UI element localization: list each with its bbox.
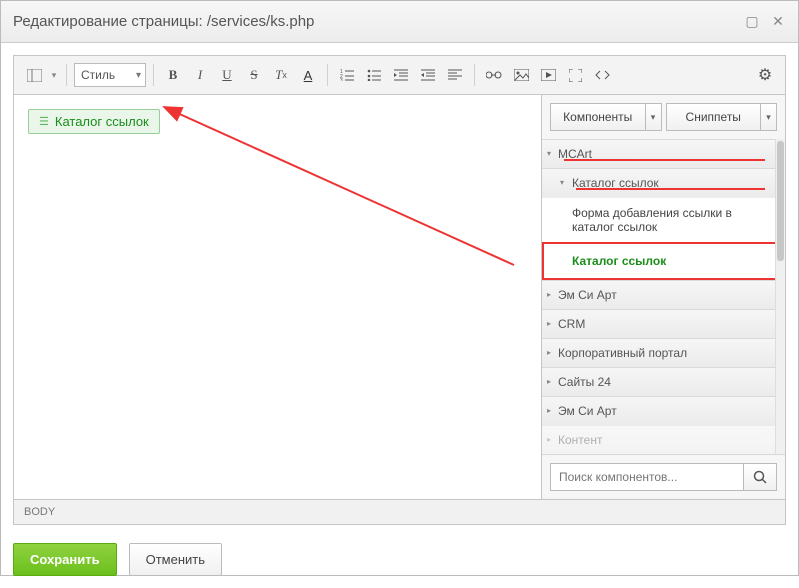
chevron-right-icon: ▸ bbox=[547, 406, 551, 415]
tab-snippets: Сниппеты ▾ bbox=[666, 103, 778, 131]
chevron-down-icon: ▾ bbox=[547, 149, 551, 158]
separator bbox=[66, 64, 67, 86]
tree-node[interactable]: ▸ Корпоративный портал bbox=[542, 338, 785, 367]
tree-node-label: Контент bbox=[558, 433, 602, 447]
video-button[interactable] bbox=[536, 63, 560, 87]
separator bbox=[327, 64, 328, 86]
toolbar: ▾ Стиль B I U S Tx A 123 bbox=[14, 56, 785, 95]
style-select[interactable]: Стиль bbox=[74, 63, 146, 87]
tree-leaf-form-add[interactable]: Форма добавления ссылки в каталог ссылок bbox=[542, 197, 785, 242]
window: Редактирование страницы: /services/ks.ph… bbox=[0, 0, 799, 576]
underline-button[interactable]: U bbox=[215, 63, 239, 87]
chevron-right-icon: ▸ bbox=[547, 348, 551, 357]
titlebar: Редактирование страницы: /services/ks.ph… bbox=[1, 1, 798, 43]
window-title: Редактирование страницы: /services/ks.ph… bbox=[13, 13, 734, 30]
image-button[interactable] bbox=[509, 63, 533, 87]
chevron-right-icon: ▸ bbox=[547, 290, 551, 299]
tab-components-button[interactable]: Компоненты bbox=[550, 103, 646, 131]
search-button[interactable] bbox=[743, 463, 777, 491]
tree-node[interactable]: ▸ CRM bbox=[542, 309, 785, 338]
component-tree: ▾MCArt ▾Каталог ссылок Форма добавления … bbox=[542, 139, 785, 454]
tree-node[interactable]: ▸ Сайты 24 bbox=[542, 367, 785, 396]
annotation-arrow-icon bbox=[14, 95, 534, 485]
scrollbar[interactable] bbox=[775, 139, 785, 454]
sidepanel: Компоненты ▾ Сниппеты ▾ ▾MCArt ▾Каталог … bbox=[541, 95, 785, 499]
link-button[interactable] bbox=[482, 63, 506, 87]
cancel-button[interactable]: Отменить bbox=[129, 543, 222, 576]
search-input[interactable] bbox=[550, 463, 743, 491]
panel-toggle-dropdown-icon[interactable]: ▾ bbox=[49, 63, 59, 87]
italic-button[interactable]: I bbox=[188, 63, 212, 87]
tree-node[interactable]: ▸ Эм Си Арт bbox=[542, 280, 785, 309]
footer: Сохранить Отменить bbox=[1, 531, 798, 588]
tab-components-dropdown[interactable]: ▾ bbox=[646, 103, 662, 131]
editor-body: ▾ Стиль B I U S Tx A 123 bbox=[1, 43, 798, 531]
chevron-right-icon: ▸ bbox=[547, 435, 551, 444]
svg-text:3: 3 bbox=[340, 78, 343, 81]
annotation-underline bbox=[576, 188, 765, 190]
close-icon[interactable]: ✕ bbox=[770, 14, 786, 30]
statusbar: BODY bbox=[14, 499, 785, 524]
style-select-label: Стиль bbox=[81, 68, 115, 82]
chevron-right-icon: ▸ bbox=[547, 319, 551, 328]
content-row: ☰ Каталог ссылок Компоненты ▾ bbox=[14, 95, 785, 499]
component-search bbox=[542, 454, 785, 499]
component-widget[interactable]: ☰ Каталог ссылок bbox=[28, 109, 160, 134]
strike-button[interactable]: S bbox=[242, 63, 266, 87]
sidepanel-tabs: Компоненты ▾ Сниппеты ▾ bbox=[542, 95, 785, 139]
tree-node-label: Эм Си Арт bbox=[558, 404, 617, 418]
editor-canvas[interactable]: ☰ Каталог ссылок bbox=[14, 95, 541, 499]
outdent-button[interactable] bbox=[389, 63, 413, 87]
tab-snippets-dropdown[interactable]: ▾ bbox=[761, 103, 777, 131]
chevron-right-icon: ▸ bbox=[547, 377, 551, 386]
clear-format-button[interactable]: Tx bbox=[269, 63, 293, 87]
tree-node-label: CRM bbox=[558, 317, 585, 331]
tree-node[interactable]: ▸ Контент bbox=[542, 425, 785, 454]
tree-node-mcart[interactable]: ▾MCArt bbox=[542, 139, 785, 168]
tab-snippets-button[interactable]: Сниппеты bbox=[666, 103, 762, 131]
numbered-list-button[interactable]: 123 bbox=[335, 63, 359, 87]
tree-node[interactable]: ▸ Эм Си Арт bbox=[542, 396, 785, 425]
search-icon bbox=[753, 470, 767, 484]
settings-gear-icon[interactable]: ⚙ bbox=[753, 63, 777, 87]
tree-node-label: Корпоративный портал bbox=[558, 346, 687, 360]
component-widget-icon: ☰ bbox=[39, 115, 49, 128]
indent-button[interactable] bbox=[416, 63, 440, 87]
bold-button[interactable]: B bbox=[161, 63, 185, 87]
source-button[interactable] bbox=[590, 63, 614, 87]
separator bbox=[153, 64, 154, 86]
annotation-underline bbox=[564, 159, 765, 161]
component-widget-label: Каталог ссылок bbox=[55, 114, 149, 129]
tab-components: Компоненты ▾ bbox=[550, 103, 662, 131]
editor-shell: ▾ Стиль B I U S Tx A 123 bbox=[13, 55, 786, 525]
fullscreen-button[interactable] bbox=[563, 63, 587, 87]
panel-toggle-icon[interactable] bbox=[22, 63, 46, 87]
separator bbox=[474, 64, 475, 86]
maximize-icon[interactable]: ▢ bbox=[744, 14, 760, 30]
tree-node-label: Сайты 24 bbox=[558, 375, 611, 389]
align-left-button[interactable] bbox=[443, 63, 467, 87]
chevron-down-icon: ▾ bbox=[560, 178, 564, 187]
tree-node-label: Эм Си Арт bbox=[558, 288, 617, 302]
tree-leaf-catalog-active[interactable]: Каталог ссылок bbox=[542, 242, 785, 280]
bullet-list-button[interactable] bbox=[362, 63, 386, 87]
save-button[interactable]: Сохранить bbox=[13, 543, 117, 576]
text-color-button[interactable]: A bbox=[296, 63, 320, 87]
scrollbar-thumb[interactable] bbox=[777, 141, 784, 261]
dom-path[interactable]: BODY bbox=[24, 506, 55, 518]
tree-node-catalog[interactable]: ▾Каталог ссылок bbox=[542, 168, 785, 197]
